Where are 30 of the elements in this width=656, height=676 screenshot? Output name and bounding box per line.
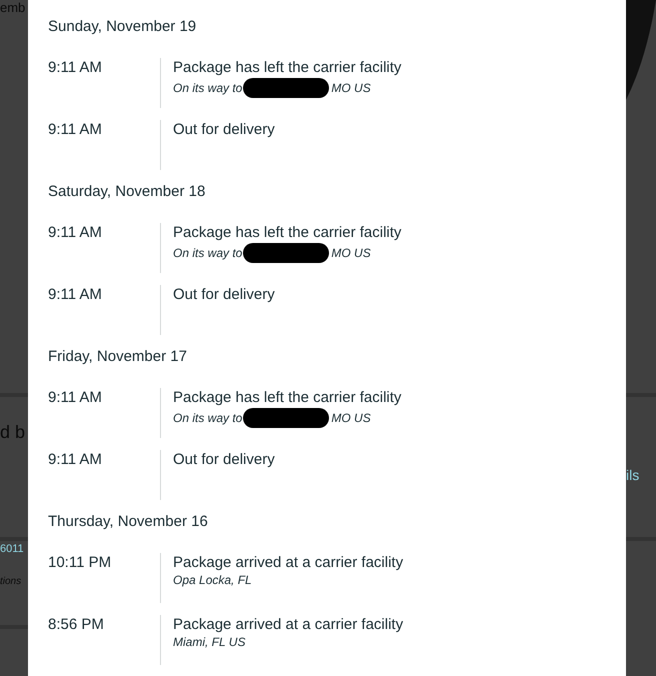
event-location: On its way to bbox=[173, 80, 242, 96]
event-time: 8:56 PM bbox=[48, 615, 105, 634]
event-location: On its way to bbox=[173, 410, 242, 426]
event-time: 9:11 AM bbox=[48, 450, 103, 469]
event-time: 10:11 PM bbox=[48, 553, 112, 572]
event-location: Miami, FL US bbox=[173, 635, 246, 650]
day-heading: Sunday, November 19 bbox=[48, 17, 196, 37]
event-status: Out for delivery bbox=[173, 450, 275, 470]
day-heading: Thursday, November 16 bbox=[48, 512, 208, 532]
event-status: Package arrived at a carrier facility bbox=[173, 553, 404, 573]
background-link-text: 6011 bbox=[0, 542, 25, 557]
event-time: 9:11 AM bbox=[48, 120, 103, 139]
day-heading: Friday, November 17 bbox=[48, 347, 187, 367]
event-status: Package has left the carrier facility bbox=[173, 58, 402, 78]
event-time: 9:11 AM bbox=[48, 58, 103, 77]
event-time: 9:11 AM bbox=[48, 223, 103, 242]
event-location: MO US bbox=[331, 410, 371, 426]
event-location: Opa Locka, FL bbox=[173, 573, 252, 588]
event-status: Package arrived at a carrier facility bbox=[173, 615, 404, 635]
event-time: 9:11 AM bbox=[48, 285, 103, 304]
event-location: On its way to bbox=[173, 246, 242, 260]
event-location: MO US bbox=[331, 246, 371, 260]
event-status: Out for delivery bbox=[173, 120, 275, 140]
day-heading: Saturday, November 18 bbox=[48, 182, 206, 202]
event-status: Package has left the carrier facility bbox=[173, 223, 402, 243]
event-status: Out for delivery bbox=[173, 285, 275, 305]
event-time: 9:11 AM bbox=[48, 388, 103, 407]
background-link-text: ils bbox=[626, 466, 640, 485]
event-status: Package has left the carrier facility bbox=[173, 388, 402, 408]
event-location: MO US bbox=[331, 80, 371, 96]
